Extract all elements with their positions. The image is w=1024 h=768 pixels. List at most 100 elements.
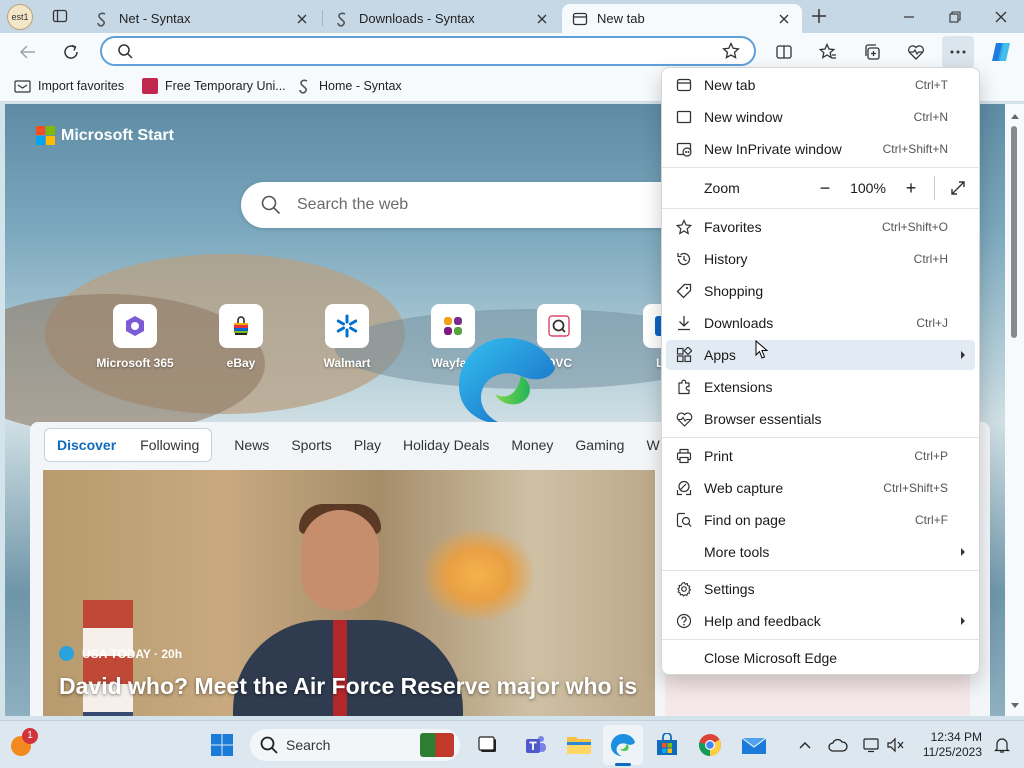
zoom-out-button[interactable]: − [810,178,840,199]
quick-link-walmart[interactable]: Walmart [307,304,387,370]
back-button[interactable] [12,36,44,68]
web-search-box[interactable]: Search the web [241,182,701,228]
minimize-button[interactable] [886,0,932,33]
tab-actions-icon [52,9,68,23]
fullscreen-icon [951,181,965,195]
weather-widget[interactable]: 1 [2,725,42,765]
taskbar-teams[interactable] [516,725,556,765]
menu-item-extensions[interactable]: Extensions [666,372,975,402]
menu-separator [662,570,979,571]
menu-item-help-feedback[interactable]: Help and feedback [666,606,975,636]
menu-item-label: Favorites [704,219,762,235]
quick-link-ebay[interactable]: eBay [201,304,281,370]
menu-item-shortcut: Ctrl+P [914,449,948,463]
settings-and-more-button[interactable] [942,36,974,68]
address-input[interactable] [142,40,702,62]
tab-following[interactable]: Following [128,437,211,453]
refresh-button[interactable] [55,36,87,68]
start-button[interactable] [202,725,242,765]
feed-tab-sports[interactable]: Sports [291,437,331,453]
menu-item-print[interactable]: Print Ctrl+P [666,441,975,471]
menu-item-shopping[interactable]: Shopping [666,276,975,306]
onedrive-cloud-icon [828,738,848,752]
tab-actions-button[interactable] [44,0,76,32]
fullscreen-button[interactable] [943,180,973,196]
feed-tab-more[interactable]: W [646,437,659,453]
taskbar-chrome[interactable] [690,725,730,765]
tab-label: New tab [597,11,645,26]
feed-tab-news[interactable]: News [234,437,269,453]
top-story-card[interactable]: USA TODAY · 20h David who? Meet the Air … [43,470,655,716]
holiday-search-decoration-icon [420,733,454,757]
notification-center-button[interactable] [982,725,1022,765]
gear-icon [674,579,694,599]
microsoft-start-logo[interactable]: Microsoft Start [36,126,174,145]
feed-tab-holiday-deals[interactable]: Holiday Deals [403,437,489,453]
menu-item-web-capture[interactable]: Web capture Ctrl+Shift+S [666,473,975,503]
page-scrollbar[interactable] [1005,104,1024,716]
add-favorite-star-icon[interactable] [722,42,740,60]
menu-item-favorites[interactable]: Favorites Ctrl+Shift+O [666,212,975,242]
copilot-button[interactable] [985,36,1017,68]
menu-item-new-window[interactable]: New window Ctrl+N [666,102,975,132]
volume-tray[interactable] [876,725,916,765]
menu-item-settings[interactable]: Settings [666,574,975,604]
navigation-toolbar [0,33,1024,70]
menu-item-history[interactable]: History Ctrl+H [666,244,975,274]
tab-discover[interactable]: Discover [45,437,128,453]
tab-net-syntax[interactable]: Net - Syntax [84,4,320,33]
feed-tab-play[interactable]: Play [354,437,381,453]
menu-item-find-on-page[interactable]: Find on page Ctrl+F [666,505,975,535]
address-bar[interactable] [100,36,756,66]
menu-item-close-edge[interactable]: Close Microsoft Edge [666,643,975,673]
feed-tab-gaming[interactable]: Gaming [575,437,624,453]
profile-label: est1 [11,12,29,22]
menu-item-downloads[interactable]: Downloads Ctrl+J [666,308,975,338]
taskbar-mail[interactable] [734,725,774,765]
tab-downloads-syntax[interactable]: Downloads - Syntax [324,4,560,33]
restore-button[interactable] [932,0,978,33]
scrollbar-thumb[interactable] [1011,126,1017,338]
minimize-icon [904,15,914,18]
taskbar-file-explorer[interactable] [559,725,599,765]
browser-essentials-button[interactable] [900,36,932,68]
quick-link-microsoft365[interactable]: Microsoft 365 [95,304,175,370]
taskbar-clock[interactable]: 12:34 PM 11/25/2023 [918,730,982,760]
download-icon [674,313,694,333]
zoom-in-button[interactable]: + [896,178,926,199]
settings-and-more-menu: New tab Ctrl+T New window Ctrl+N New InP… [661,67,980,675]
feed-tab-money[interactable]: Money [511,437,553,453]
favorite-free-temporary[interactable]: Free Temporary Uni... [142,76,286,96]
menu-item-new-inprivate-window[interactable]: New InPrivate window Ctrl+Shift+N [666,134,975,164]
story-headline[interactable]: David who? Meet the Air Force Reserve ma… [59,670,649,702]
menu-item-browser-essentials[interactable]: Browser essentials [666,404,975,434]
taskbar-task-view[interactable] [468,725,508,765]
microsoft-logo-icon [36,126,55,145]
close-tab-icon[interactable] [776,11,792,27]
search-placeholder: Search the web [297,196,409,213]
menu-item-label: Browser essentials [704,411,822,427]
taskbar-search[interactable]: Search [250,729,460,761]
taskbar-edge[interactable] [603,725,643,766]
favorites-button[interactable] [812,36,844,68]
favorite-import[interactable]: Import favorites [14,76,124,96]
usa-today-logo-icon [59,646,74,661]
profile-avatar[interactable]: est1 [7,4,33,30]
university-favicon-icon [142,78,158,94]
close-tab-icon[interactable] [534,11,550,27]
new-tab-button[interactable] [803,0,835,32]
close-tab-icon[interactable] [294,11,310,27]
menu-item-label: Extensions [704,379,773,395]
split-screen-button[interactable] [768,36,800,68]
menu-item-more-tools[interactable]: More tools [666,537,975,567]
collections-button[interactable] [856,36,888,68]
extensions-puzzle-icon [674,377,694,397]
taskbar-store[interactable] [647,725,687,765]
tab-label: Net - Syntax [119,11,191,26]
close-window-button[interactable] [978,0,1024,33]
syntax-favicon-icon [299,79,308,94]
menu-item-new-tab[interactable]: New tab Ctrl+T [666,70,975,100]
tab-new-tab[interactable]: New tab [562,4,802,33]
favorite-home-syntax[interactable]: Home - Syntax [296,76,402,96]
menu-item-apps[interactable]: Apps [666,340,975,370]
